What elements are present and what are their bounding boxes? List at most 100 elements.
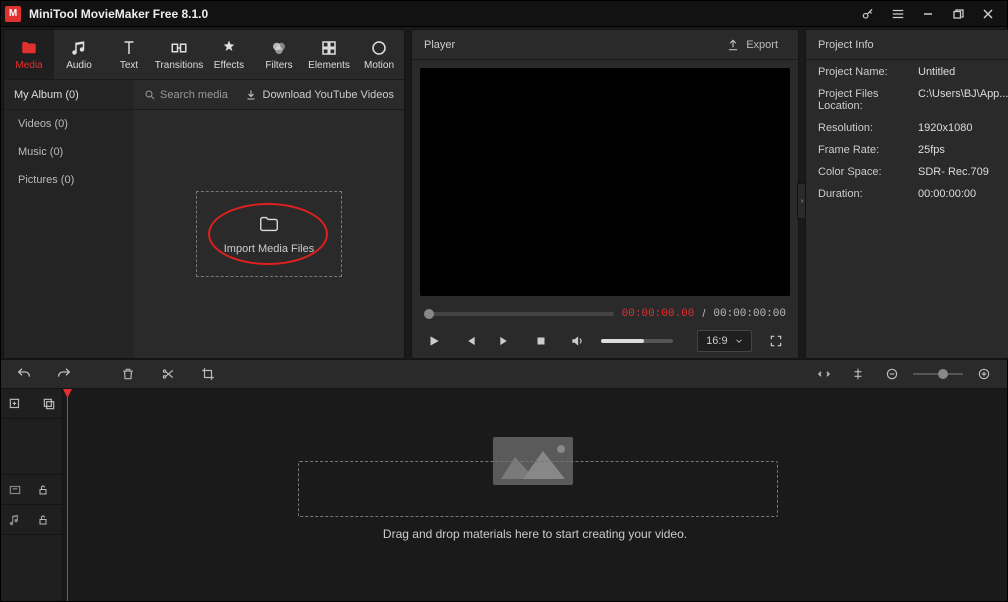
zoom-in-button[interactable] bbox=[971, 361, 997, 387]
transitions-icon bbox=[170, 38, 188, 58]
media-topbar: Search media Download YouTube Videos bbox=[134, 80, 404, 110]
timeline-marker-button[interactable] bbox=[845, 361, 871, 387]
elements-icon bbox=[320, 38, 338, 58]
folder-open-icon bbox=[256, 213, 282, 235]
split-button[interactable] bbox=[155, 361, 181, 387]
redo-button[interactable] bbox=[51, 361, 77, 387]
tab-label: Audio bbox=[66, 60, 92, 71]
upper-area: Media Audio Text Transitions Effects Fil… bbox=[1, 27, 1007, 359]
zoom-slider[interactable] bbox=[913, 373, 963, 375]
player-panel: Player Export 00:00:00.00 / 00:00:00:00 … bbox=[411, 29, 799, 359]
delete-button[interactable] bbox=[115, 361, 141, 387]
motion-icon bbox=[370, 38, 388, 58]
info-value: 00:00:00:00 bbox=[918, 188, 1008, 200]
aspect-ratio-select[interactable]: 16:9 bbox=[697, 330, 752, 352]
player-header: Player Export bbox=[412, 30, 798, 60]
info-value: 25fps bbox=[918, 144, 1008, 156]
tab-filters[interactable]: Filters bbox=[254, 30, 304, 79]
zoom-out-button[interactable] bbox=[879, 361, 905, 387]
tab-motion[interactable]: Motion bbox=[354, 30, 404, 79]
volume-slider[interactable] bbox=[601, 339, 674, 343]
app-logo: M bbox=[5, 6, 21, 22]
volume-button[interactable] bbox=[565, 328, 589, 354]
tab-audio[interactable]: Audio bbox=[54, 30, 104, 79]
tab-label: Elements bbox=[308, 60, 350, 71]
menu-icon[interactable] bbox=[883, 1, 913, 27]
lock-track-button[interactable] bbox=[30, 477, 56, 503]
prev-frame-button[interactable] bbox=[458, 328, 482, 354]
seek-bar[interactable] bbox=[424, 312, 614, 316]
fit-timeline-button[interactable] bbox=[811, 361, 837, 387]
tab-media[interactable]: Media bbox=[4, 30, 54, 79]
timeline-dropzone[interactable] bbox=[298, 461, 778, 517]
album-pictures[interactable]: Pictures (0) bbox=[4, 166, 134, 194]
info-value: C:\Users\BJ\App... bbox=[918, 88, 1008, 112]
video-preview[interactable] bbox=[420, 68, 790, 296]
album-videos[interactable]: Videos (0) bbox=[4, 110, 134, 138]
timeline-toolbar bbox=[1, 359, 1007, 389]
track-add-row bbox=[1, 389, 62, 419]
video-track-header bbox=[1, 419, 62, 475]
undo-button[interactable] bbox=[11, 361, 37, 387]
app-title: MiniTool MovieMaker Free 8.1.0 bbox=[29, 7, 853, 21]
lock-track-button[interactable] bbox=[30, 507, 56, 533]
tab-elements[interactable]: Elements bbox=[304, 30, 354, 79]
play-button[interactable] bbox=[422, 328, 446, 354]
folder-icon bbox=[19, 38, 39, 58]
info-label: Project Name: bbox=[818, 66, 918, 78]
search-media[interactable]: Search media bbox=[144, 89, 228, 101]
text-track-icon bbox=[8, 483, 22, 497]
media-dropzone-area: Import Media Files bbox=[134, 110, 404, 358]
asset-tabs: Media Audio Text Transitions Effects Fil… bbox=[4, 30, 404, 80]
media-body: My Album (0) Videos (0) Music (0) Pictur… bbox=[4, 80, 404, 358]
album-list: My Album (0) Videos (0) Music (0) Pictur… bbox=[4, 80, 134, 358]
timeline-tracks[interactable]: Drag and drop materials here to start cr… bbox=[63, 389, 1007, 601]
timeline: Drag and drop materials here to start cr… bbox=[1, 389, 1007, 601]
export-label: Export bbox=[746, 39, 778, 51]
effects-icon bbox=[220, 38, 238, 58]
collapse-right-panel[interactable] bbox=[797, 183, 805, 219]
duplicate-track-button[interactable] bbox=[36, 391, 62, 417]
fullscreen-button[interactable] bbox=[764, 328, 788, 354]
project-info-panel: Project Info Project Name: Untitled Proj… bbox=[805, 29, 1008, 359]
close-button[interactable] bbox=[973, 1, 1003, 27]
download-icon bbox=[245, 89, 257, 101]
time-total: 00:00:00:00 bbox=[713, 308, 786, 320]
export-button[interactable]: Export bbox=[718, 34, 786, 56]
time-current: 00:00:00.00 bbox=[622, 308, 695, 320]
crop-button[interactable] bbox=[195, 361, 221, 387]
info-label: Duration: bbox=[818, 188, 918, 200]
text-track-header bbox=[1, 475, 62, 505]
titlebar: M MiniTool MovieMaker Free 8.1.0 bbox=[1, 1, 1007, 27]
next-frame-button[interactable] bbox=[493, 328, 517, 354]
import-media-label: Import Media Files bbox=[224, 243, 314, 255]
stop-button[interactable] bbox=[529, 328, 553, 354]
chevron-down-icon bbox=[734, 336, 744, 346]
info-label: Resolution: bbox=[818, 122, 918, 134]
audio-track-icon bbox=[8, 513, 22, 527]
tab-label: Media bbox=[15, 60, 42, 71]
license-key-icon[interactable] bbox=[853, 1, 883, 27]
media-main: Search media Download YouTube Videos Imp… bbox=[134, 80, 404, 358]
download-youtube-link[interactable]: Download YouTube Videos bbox=[245, 89, 395, 101]
tab-label: Filters bbox=[265, 60, 292, 71]
minimize-button[interactable] bbox=[913, 1, 943, 27]
tab-label: Text bbox=[120, 60, 138, 71]
tab-transitions[interactable]: Transitions bbox=[154, 30, 204, 79]
album-music[interactable]: Music (0) bbox=[4, 138, 134, 166]
timeline-hint: Drag and drop materials here to start cr… bbox=[63, 527, 1007, 541]
info-value: Untitled bbox=[918, 66, 1008, 78]
text-icon bbox=[120, 38, 138, 58]
add-track-button[interactable] bbox=[2, 391, 28, 417]
album-header[interactable]: My Album (0) bbox=[4, 80, 134, 110]
download-youtube-label: Download YouTube Videos bbox=[263, 89, 395, 101]
tab-text[interactable]: Text bbox=[104, 30, 154, 79]
import-media-dropzone[interactable]: Import Media Files bbox=[196, 191, 342, 277]
maximize-button[interactable] bbox=[943, 1, 973, 27]
project-info-grid: Project Name: Untitled Project Files Loc… bbox=[806, 60, 1008, 206]
audio-track-header bbox=[1, 505, 62, 535]
zoom-controls bbox=[811, 361, 997, 387]
tab-effects[interactable]: Effects bbox=[204, 30, 254, 79]
playhead[interactable] bbox=[67, 389, 68, 601]
player-controls: 16:9 bbox=[412, 324, 798, 358]
